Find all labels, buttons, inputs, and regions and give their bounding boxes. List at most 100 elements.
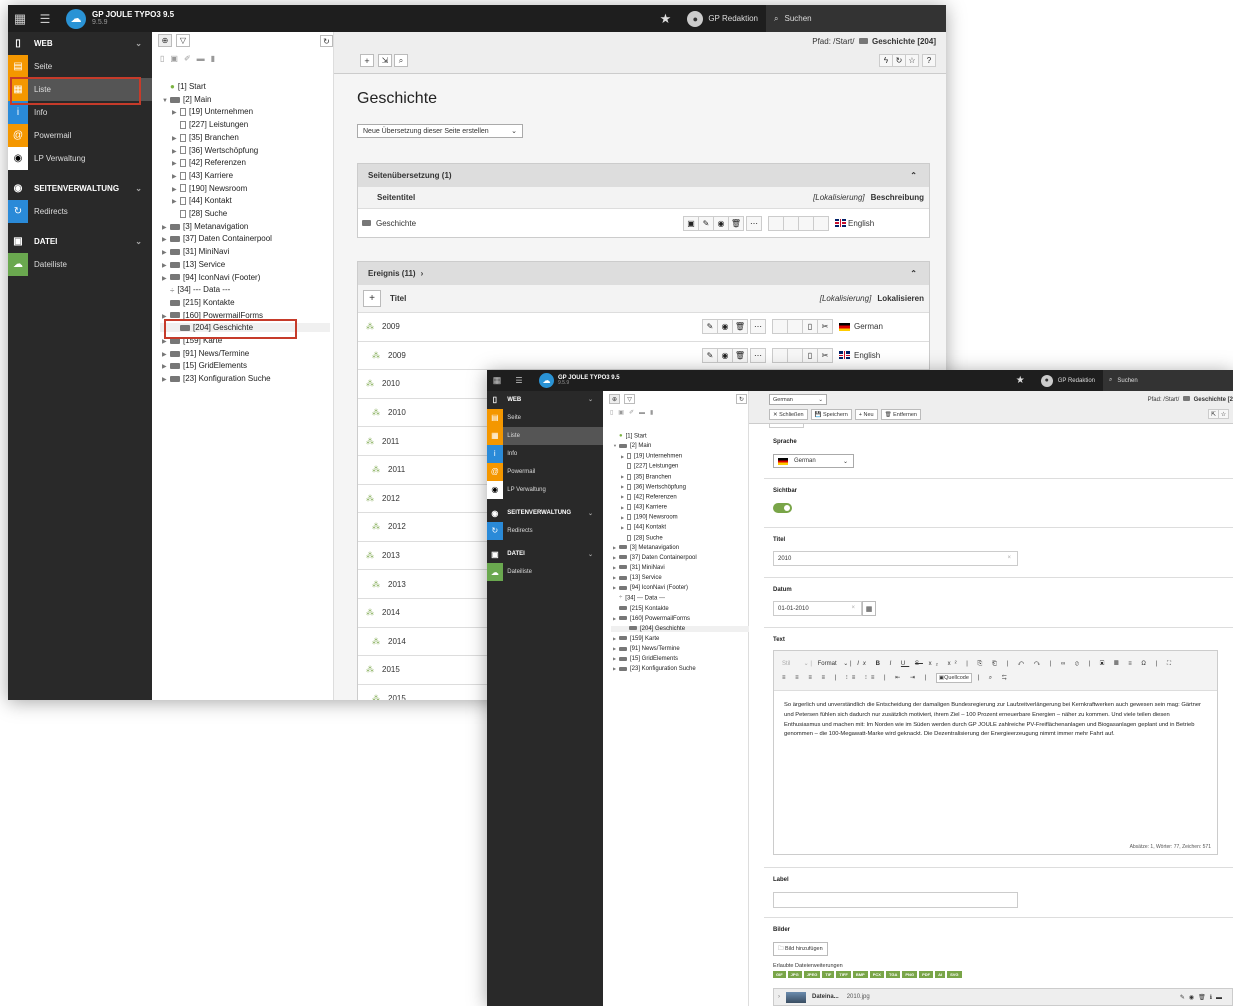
- expand-toggle-icon[interactable]: ▶: [162, 351, 170, 358]
- tree-node[interactable]: ▶ [36] Wertschöpfung: [172, 146, 258, 155]
- expand-toggle-icon[interactable]: ▶: [162, 262, 170, 269]
- tree-node[interactable]: ▶ [37] Daten Containerpool: [162, 234, 272, 243]
- module-group-web[interactable]: ▯ WEB ⌄: [8, 32, 152, 55]
- tree-node[interactable]: [204] Geschichte: [611, 625, 749, 632]
- refresh-icon[interactable]: ↻: [320, 35, 333, 47]
- help-icon[interactable]: ?: [922, 54, 936, 67]
- search-toggle-button[interactable]: ⌕: [394, 54, 408, 67]
- collapse-icon[interactable]: ⌃: [910, 269, 917, 278]
- tree-node[interactable]: ▶ [36] Wertschöpfung: [621, 483, 686, 490]
- rte-search-buttons[interactable]: | ⌕ ⇆: [978, 675, 1011, 681]
- format-select[interactable]: Format ⌄ |: [818, 661, 852, 667]
- event-panel-header[interactable]: Ereignis (11) › ⌃: [358, 262, 929, 284]
- bookmark-icon[interactable]: ☆: [905, 54, 919, 67]
- reload-icon[interactable]: ↻: [892, 54, 906, 67]
- delete-icon[interactable]: 🗑: [728, 215, 744, 231]
- module-group-web[interactable]: ▯ WEB ⌄: [487, 391, 603, 409]
- module-item-seite[interactable]: ▤ Seite: [487, 408, 603, 427]
- module-item-info[interactable]: i Info: [487, 444, 603, 463]
- more-icon[interactable]: ⋯: [750, 347, 766, 363]
- tree-node[interactable]: ▼ [2] Main: [162, 95, 211, 104]
- module-item-dateiliste[interactable]: ☁ Dateiliste: [8, 253, 152, 276]
- titel-input[interactable]: 2010 ×: [773, 551, 1018, 566]
- delete-button[interactable]: 🗑 Entfernen: [880, 409, 921, 420]
- apps-grid-icon[interactable]: ▦: [10, 11, 30, 27]
- list-toggle-icon[interactable]: ☰: [511, 376, 527, 385]
- user-menu[interactable]: ● GP Redaktion: [679, 5, 766, 32]
- user-menu[interactable]: ● GP Redaktion: [1033, 370, 1103, 391]
- add-image-button[interactable]: 🗀 Bild hinzufügen: [773, 942, 828, 956]
- datum-input[interactable]: 01-01-2010 ×: [773, 601, 862, 616]
- tree-node[interactable]: ▶ [44] Kontakt: [621, 524, 666, 531]
- tree-node[interactable]: ▶ [13] Service: [162, 260, 225, 269]
- module-item-redirects[interactable]: ↻ Redirects: [487, 522, 603, 540]
- tree-node[interactable]: ▶ [94] IconNavi (Footer): [162, 273, 260, 282]
- chevron-down-icon[interactable]: ⌄: [135, 184, 142, 193]
- expand-toggle-icon[interactable]: ▶: [172, 135, 180, 142]
- tree-node[interactable]: [28] Suche: [172, 209, 227, 218]
- new-page-button[interactable]: ⊕: [609, 394, 620, 404]
- expand-toggle-icon[interactable]: ▶: [172, 148, 180, 155]
- chevron-down-icon[interactable]: ⌄: [588, 396, 593, 403]
- table-row[interactable]: ⁂ 2009 ✎ ◉ 🗑 ⋯ ▯ ✂ English: [358, 340, 929, 370]
- copy-icon[interactable]: ▯: [802, 347, 818, 363]
- expand-toggle-icon[interactable]: ▶: [172, 186, 180, 193]
- rte-align-buttons[interactable]: ≡ ≡ ≡ ≡ | ⁝≡ ⁝≡ | ⇤ ⇥ |: [782, 675, 930, 681]
- shortcut-icon[interactable]: ϟ: [879, 54, 893, 67]
- tree-node[interactable]: ▶ [31] MiniNavi: [162, 247, 229, 256]
- rte-format-buttons[interactable]: Ix B I U S x₂ x² | ⎘ ⎗ | ↶ ↷ | ∞ ⊘ | ▣ ▦…: [857, 661, 1175, 667]
- style-select[interactable]: Stil ⌄ |: [782, 661, 812, 667]
- delete-icon[interactable]: 🗑: [732, 347, 748, 363]
- tree-node[interactable]: ▶ [35] Branchen: [621, 473, 671, 480]
- tree-node[interactable]: ▶ [37] Daten Containerpool: [613, 555, 697, 561]
- tree-node[interactable]: ÷ [34] --- Data ---: [613, 595, 665, 602]
- module-item-seite[interactable]: ▤ Seite: [8, 55, 152, 78]
- tree-node[interactable]: ▶ [43] Karriere: [172, 171, 233, 180]
- search-button[interactable]: ⌕ Suchen: [766, 5, 946, 32]
- filter-icon[interactable]: ▽: [624, 394, 635, 404]
- module-item-lp-verwaltung[interactable]: ◉ LP Verwaltung: [487, 480, 603, 499]
- label-input[interactable]: [773, 892, 1018, 908]
- expand-toggle-icon[interactable]: ▶: [162, 338, 170, 345]
- expand-toggle-icon[interactable]: ▶: [172, 173, 180, 180]
- list-toggle-icon[interactable]: ☰: [34, 12, 56, 26]
- tree-node[interactable]: ▶ [159] Karte: [613, 636, 659, 642]
- chevron-down-icon[interactable]: ⌄: [588, 510, 593, 517]
- edit-icon[interactable]: ✎: [702, 347, 718, 363]
- close-button[interactable]: ✕ Schließen: [769, 409, 808, 420]
- tree-node[interactable]: ● [1] Start: [162, 82, 206, 91]
- view-icon[interactable]: ▣: [683, 215, 699, 231]
- tree-node[interactable]: ▶ [15] GridElements: [613, 656, 678, 662]
- expand-toggle-icon[interactable]: ▼: [162, 98, 170, 104]
- tree-node[interactable]: ▶ [42] Referenzen: [621, 493, 677, 500]
- toggle-visibility-icon[interactable]: ◉: [717, 319, 733, 335]
- rte-content[interactable]: So ärgerlich und unverständlich die Ents…: [774, 691, 1217, 750]
- expand-toggle-icon[interactable]: ▶: [162, 249, 170, 256]
- expand-toggle-icon[interactable]: ▶: [172, 109, 180, 116]
- tree-node[interactable]: ▶ [31] MiniNavi: [613, 565, 665, 571]
- tree-node[interactable]: ÷ [34] --- Data ---: [162, 285, 230, 294]
- table-row[interactable]: ⁂ 2009 ✎ ◉ 🗑 ⋯ ▯ ✂ German: [358, 312, 929, 341]
- export-button[interactable]: ⇲: [378, 54, 392, 67]
- chevron-down-icon[interactable]: ⌄: [588, 551, 593, 558]
- new-page-button[interactable]: ⊕: [158, 34, 172, 47]
- tree-node[interactable]: ▶ [43] Karriere: [621, 504, 667, 511]
- module-item-redirects[interactable]: ↻ Redirects: [8, 200, 152, 223]
- file-actions[interactable]: ✎◉🗑ℹ▬: [1180, 994, 1226, 1001]
- expand-toggle-icon[interactable]: ▶: [162, 236, 170, 243]
- cut-icon[interactable]: ✂: [817, 319, 833, 335]
- tree-node[interactable]: ▶ [13] Service: [613, 575, 662, 581]
- language-select[interactable]: German ⌄: [769, 394, 827, 405]
- tree-node[interactable]: [227] Leistungen: [621, 463, 678, 470]
- chevron-down-icon[interactable]: ⌄: [135, 237, 142, 246]
- expand-toggle-icon[interactable]: ▶: [162, 363, 170, 370]
- refresh-icon[interactable]: ↻: [736, 394, 747, 404]
- module-item-liste[interactable]: ▦ Liste: [487, 426, 603, 445]
- module-group-datei[interactable]: ▣ DATEI ⌄: [487, 545, 603, 563]
- tree-node[interactable]: ▶ [3] Metanavigation: [162, 222, 248, 231]
- expand-toggle-icon[interactable]: ▶: [162, 376, 170, 383]
- tree-node[interactable]: ▶ [19] Unternehmen: [172, 107, 253, 116]
- filter-icon[interactable]: ▽: [176, 34, 190, 47]
- new-record-button[interactable]: +: [360, 54, 374, 67]
- tree-node[interactable]: [227] Leistungen: [172, 120, 248, 129]
